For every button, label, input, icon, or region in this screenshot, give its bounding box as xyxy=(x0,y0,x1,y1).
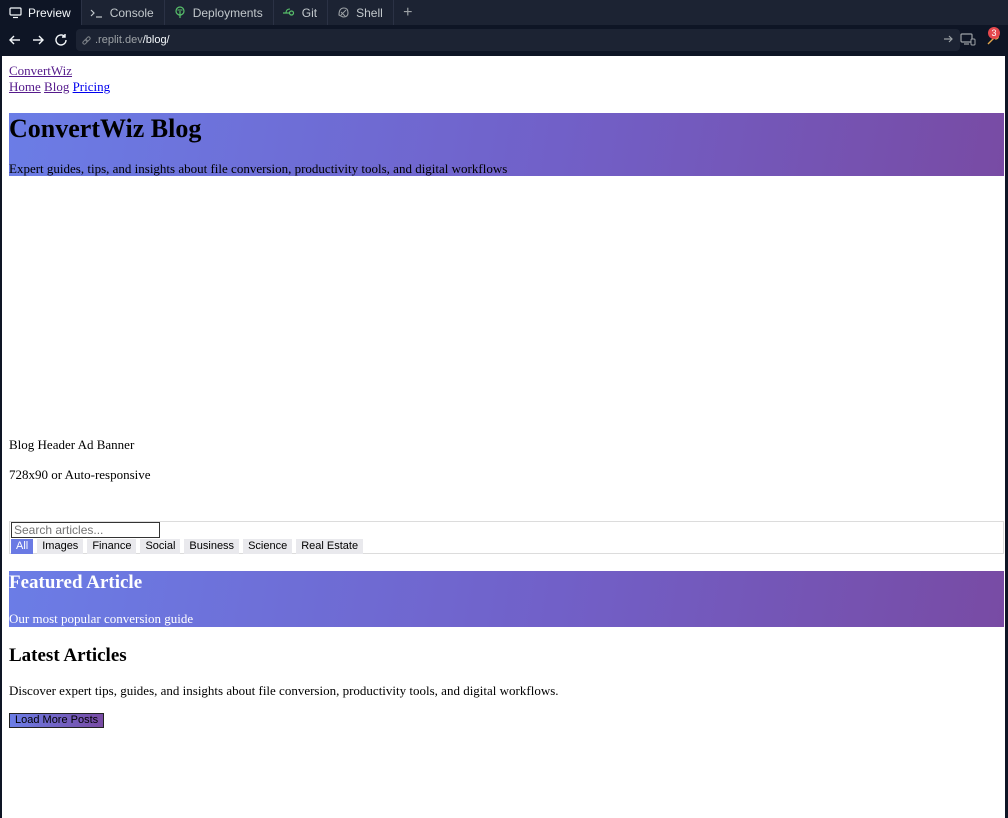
tab-label: Preview xyxy=(28,5,71,20)
tab-label: Console xyxy=(109,5,154,20)
site-header: ConvertWiz Home Blog Pricing xyxy=(2,56,1005,95)
reload-icon xyxy=(55,34,67,46)
tab-shell[interactable]: Shell xyxy=(328,0,394,25)
shell-icon xyxy=(336,6,350,20)
reload-button[interactable] xyxy=(50,29,72,51)
tab-preview[interactable]: Preview xyxy=(0,0,82,25)
filter-business-button[interactable]: Business xyxy=(184,539,240,554)
tab-label: Deployments xyxy=(192,5,263,20)
ad-banner-size: 728x90 or Auto-responsive xyxy=(9,467,151,482)
nav-link-blog[interactable]: Blog xyxy=(44,79,69,94)
forward-button[interactable] xyxy=(27,29,49,51)
tab-deployments[interactable]: Deployments xyxy=(165,0,274,25)
main-nav: Home Blog Pricing xyxy=(9,79,998,95)
devtools-icon[interactable]: 3 xyxy=(982,27,1002,49)
tab-console[interactable]: Console xyxy=(82,0,165,25)
filter-social-button[interactable]: Social xyxy=(140,539,181,554)
brand-link[interactable]: ConvertWiz xyxy=(9,63,72,78)
blog-hero: ConvertWiz Blog Expert guides, tips, and… xyxy=(9,113,1004,176)
back-button[interactable] xyxy=(4,29,26,51)
load-more-button[interactable]: Load More Posts xyxy=(9,713,105,728)
git-icon xyxy=(282,6,296,20)
link-icon xyxy=(81,35,92,46)
tab-git[interactable]: Git xyxy=(274,0,329,25)
tab-label: Shell xyxy=(356,5,383,20)
ide-tab-bar: Preview Console Deployments Git Shell + xyxy=(0,0,1008,25)
latest-articles-heading: Latest Articles xyxy=(9,645,127,666)
url-field[interactable]: .replit.dev/blog/ xyxy=(76,29,960,51)
monitor-icon xyxy=(8,6,22,20)
preview-viewport: ConvertWiz Home Blog Pricing ConvertWiz … xyxy=(2,56,1005,818)
arrow-left-icon xyxy=(9,35,20,45)
filter-all-button[interactable]: All xyxy=(11,539,34,554)
terminal-icon xyxy=(90,6,104,20)
hero-subtitle: Expert guides, tips, and insights about … xyxy=(9,161,508,176)
add-tab-button[interactable]: + xyxy=(394,0,422,25)
category-filters: All Images Finance Social Business Scien… xyxy=(11,539,364,554)
tab-label: Git xyxy=(301,5,318,20)
url-path: /blog/ xyxy=(142,34,170,46)
latest-articles-description: Discover expert tips, guides, and insigh… xyxy=(9,683,559,698)
filter-science-button[interactable]: Science xyxy=(243,539,293,554)
url-host: .replit.dev xyxy=(95,34,143,46)
notification-badge: 3 xyxy=(988,27,1000,39)
filter-finance-button[interactable]: Finance xyxy=(87,539,137,554)
open-new-window-icon[interactable] xyxy=(942,33,954,48)
deployments-icon xyxy=(173,6,187,20)
filter-images-button[interactable]: Images xyxy=(37,539,84,554)
search-filter-panel: All Images Finance Social Business Scien… xyxy=(9,521,1004,554)
search-input[interactable] xyxy=(11,522,160,538)
featured-article-section: Featured Article Our most popular conver… xyxy=(9,571,1004,627)
page-title: ConvertWiz Blog xyxy=(9,114,202,143)
nav-link-home[interactable]: Home xyxy=(9,79,41,94)
filter-real-estate-button[interactable]: Real Estate xyxy=(296,539,364,554)
featured-title: Featured Article xyxy=(9,572,143,593)
nav-link-pricing[interactable]: Pricing xyxy=(73,79,111,94)
ad-banner-title: Blog Header Ad Banner xyxy=(9,437,135,452)
browser-url-bar: .replit.dev/blog/ 3 xyxy=(0,25,1008,55)
arrow-right-icon xyxy=(33,35,44,45)
url-bar-tools: 3 xyxy=(960,27,1002,49)
featured-subtitle: Our most popular conversion guide xyxy=(9,611,194,626)
devices-icon[interactable] xyxy=(960,31,976,47)
